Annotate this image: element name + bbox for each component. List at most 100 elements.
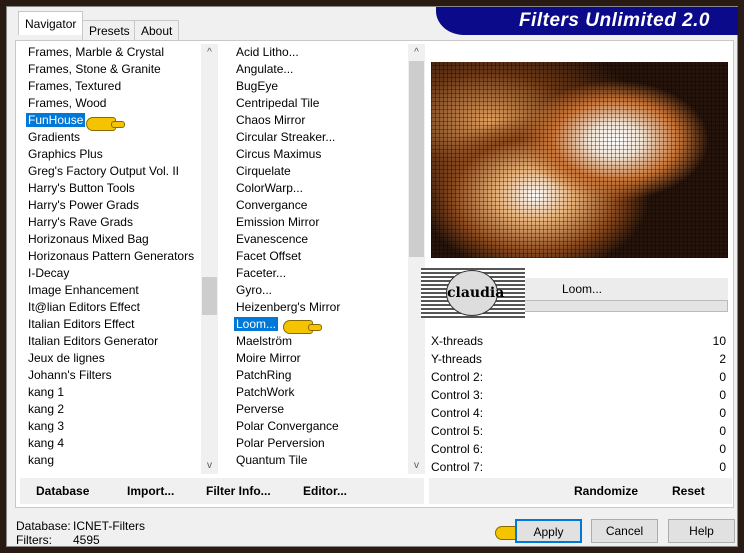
category-item[interactable]: kang — [22, 452, 202, 469]
app-title: Filters Unlimited 2.0 — [518, 10, 710, 31]
scroll-up-icon[interactable]: ^ — [201, 44, 218, 61]
category-item[interactable]: Horizonaus Mixed Bag — [22, 231, 202, 248]
filter-item[interactable]: Acid Litho... — [230, 44, 408, 61]
filter-item[interactable]: Perverse — [230, 401, 408, 418]
filter-scrollbar[interactable]: ^ v — [408, 44, 425, 474]
control-label: Control 4: — [431, 406, 484, 420]
control-value: 0 — [719, 370, 726, 384]
filter-item-label: PatchWork — [236, 385, 295, 399]
filter-item-label: Circus Maximus — [236, 147, 322, 161]
category-item-label: It@lian Editors Effect — [28, 300, 141, 314]
reset-button[interactable]: Reset — [672, 484, 705, 498]
category-item[interactable]: Jeux de lignes — [22, 350, 202, 367]
category-item[interactable]: Harry's Button Tools — [22, 180, 202, 197]
scroll-thumb[interactable] — [202, 277, 217, 315]
pointing-hand-icon — [86, 117, 125, 131]
category-item[interactable]: Greg's Factory Output Vol. II — [22, 163, 202, 180]
control-slider[interactable]: Y-threads 2 — [431, 350, 728, 368]
filter-item-label: Emission Mirror — [236, 215, 320, 229]
help-button[interactable]: Help — [668, 519, 735, 543]
category-item[interactable]: Harry's Rave Grads — [22, 214, 202, 231]
category-item-label: kang 3 — [28, 419, 65, 433]
filter-item-label: Circular Streaker... — [236, 130, 336, 144]
filter-item[interactable]: PatchWork — [230, 384, 408, 401]
filter-item[interactable]: Polar Convergance — [230, 418, 408, 435]
control-slider[interactable]: Control 4: 0 — [431, 404, 728, 422]
control-slider[interactable]: Control 2: 0 — [431, 368, 728, 386]
randomize-button[interactable]: Randomize — [574, 484, 638, 498]
database-button[interactable]: Database — [36, 484, 89, 498]
category-item-label: kang 2 — [28, 402, 65, 416]
category-item[interactable]: kang 4 — [22, 435, 202, 452]
control-value: 10 — [712, 334, 726, 348]
category-list[interactable]: Frames, Marble & Crystal Frames, Stone & … — [22, 44, 202, 474]
category-item[interactable]: Image Enhancement — [22, 282, 202, 299]
category-item[interactable]: Horizonaus Pattern Generators — [22, 248, 202, 265]
category-item[interactable]: Frames, Wood — [22, 95, 202, 112]
filter-item[interactable]: Circus Maximus — [230, 146, 408, 163]
filter-item[interactable]: Faceter... — [230, 265, 408, 282]
filter-item[interactable]: ColorWarp... — [230, 180, 408, 197]
filter-item[interactable]: Emission Mirror — [230, 214, 408, 231]
filter-list[interactable]: Acid Litho... Angulate... BugEye Centripeda… — [230, 44, 408, 474]
category-item[interactable]: It@lian Editors Effect — [22, 299, 202, 316]
tab-about[interactable]: About — [134, 20, 180, 40]
control-label: Control 2: — [431, 370, 484, 384]
filter-item[interactable]: Convergance — [230, 197, 408, 214]
cancel-button[interactable]: Cancel — [591, 519, 658, 543]
filter-item[interactable]: PatchRing — [230, 367, 408, 384]
filter-item[interactable]: Gyro... — [230, 282, 408, 299]
pointing-hand-icon — [283, 320, 322, 334]
watermark-logo: claudia — [421, 268, 525, 318]
category-item[interactable]: Frames, Marble & Crystal — [22, 44, 202, 61]
filter-item[interactable]: Moire Mirror — [230, 350, 408, 367]
category-item-label: Harry's Power Grads — [28, 198, 139, 212]
apply-button[interactable]: Apply — [515, 519, 582, 543]
category-item[interactable]: I-Decay — [22, 265, 202, 282]
filter-item[interactable]: Quantum Tile — [230, 452, 408, 469]
category-item[interactable]: kang 2 — [22, 401, 202, 418]
control-slider[interactable]: Control 7: 0 — [431, 458, 728, 476]
filter-item-label: Chaos Mirror — [236, 113, 306, 127]
category-item[interactable]: Harry's Power Grads — [22, 197, 202, 214]
filter-item[interactable]: Evanescence — [230, 231, 408, 248]
filter-item[interactable]: Chaos Mirror — [230, 112, 408, 129]
tab-navigator[interactable]: Navigator — [18, 11, 84, 35]
filter-item[interactable]: Facet Offset — [230, 248, 408, 265]
filter-item[interactable]: Circular Streaker... — [230, 129, 408, 146]
category-item[interactable]: Gradients — [22, 129, 202, 146]
category-item-label: Horizonaus Mixed Bag — [28, 232, 149, 246]
scroll-down-icon[interactable]: v — [408, 457, 425, 474]
control-slider[interactable]: X-threads 10 — [431, 332, 728, 350]
category-item[interactable]: Frames, Textured — [22, 78, 202, 95]
filter-item[interactable]: BugEye — [230, 78, 408, 95]
editor-button[interactable]: Editor... — [303, 484, 347, 498]
filter-info-button[interactable]: Filter Info... — [206, 484, 271, 498]
import-button[interactable]: Import... — [127, 484, 174, 498]
control-label: Control 6: — [431, 442, 484, 456]
category-item-label: Italian Editors Generator — [28, 334, 159, 348]
category-item[interactable]: Graphics Plus — [22, 146, 202, 163]
category-item[interactable]: Italian Editors Generator — [22, 333, 202, 350]
control-slider[interactable]: Control 5: 0 — [431, 422, 728, 440]
scroll-down-icon[interactable]: v — [201, 457, 218, 474]
category-item[interactable]: kang 3 — [22, 418, 202, 435]
category-item[interactable]: Frames, Stone & Granite — [22, 61, 202, 78]
filter-item[interactable]: Cirquelate — [230, 163, 408, 180]
category-scrollbar[interactable]: ^ v — [201, 44, 218, 474]
control-slider[interactable]: Control 6: 0 — [431, 440, 728, 458]
filter-item[interactable]: Centripedal Tile — [230, 95, 408, 112]
scroll-up-icon[interactable]: ^ — [408, 44, 425, 61]
category-item[interactable]: Johann's Filters — [22, 367, 202, 384]
filter-item[interactable]: Angulate... — [230, 61, 408, 78]
filter-item[interactable]: Heizenberg's Mirror — [230, 299, 408, 316]
scroll-thumb[interactable] — [409, 61, 424, 257]
control-value: 0 — [719, 388, 726, 402]
category-item-label: kang 4 — [28, 436, 65, 450]
filter-item[interactable]: Polar Perversion — [230, 435, 408, 452]
control-slider[interactable]: Control 3: 0 — [431, 386, 728, 404]
category-item[interactable]: kang 1 — [22, 384, 202, 401]
category-item[interactable]: Italian Editors Effect — [22, 316, 202, 333]
filter-item[interactable]: Maelström — [230, 333, 408, 350]
tab-presets[interactable]: Presets — [82, 20, 137, 40]
